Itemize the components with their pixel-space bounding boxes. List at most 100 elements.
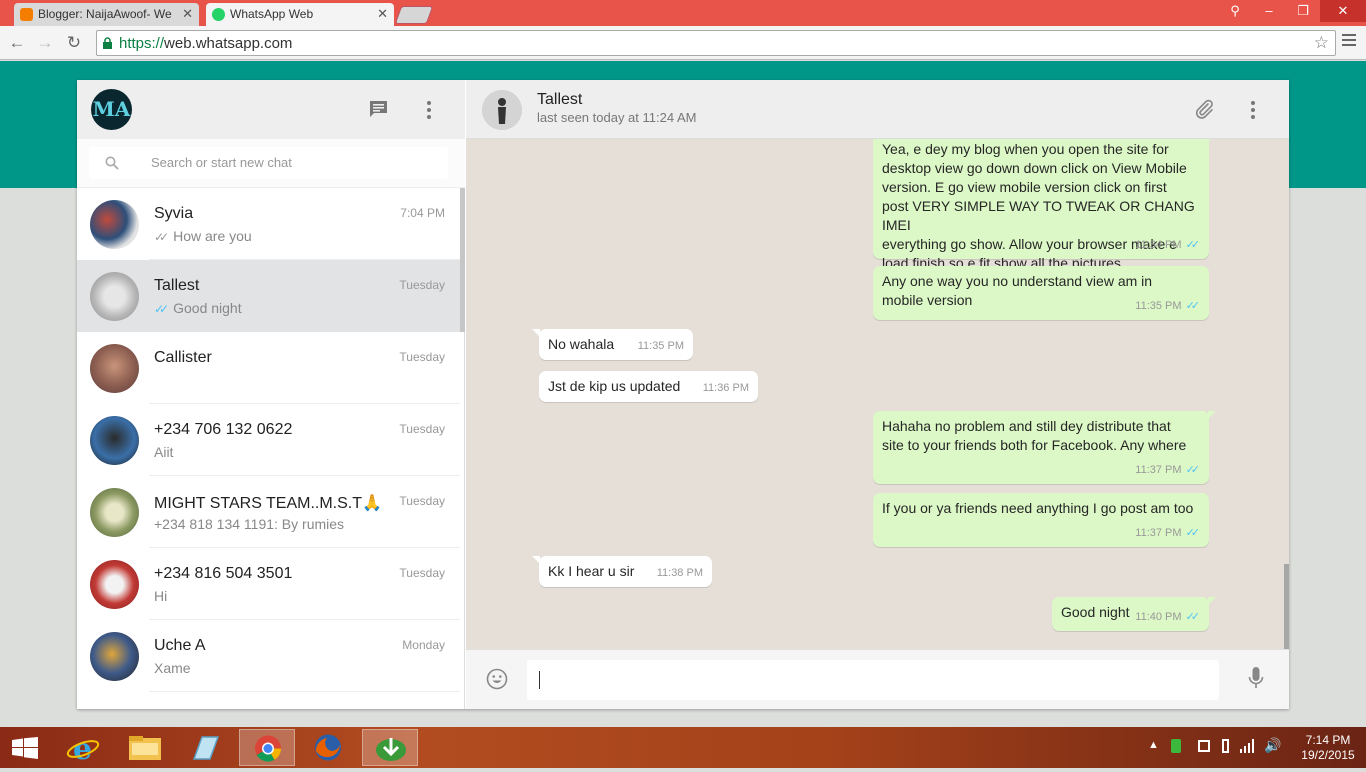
message-outgoing[interactable]: If you or ya friends need anything I go … (873, 493, 1209, 547)
message-outgoing[interactable]: Yea, e dey my blog when you open the sit… (873, 139, 1216, 271)
blogger-favicon-icon (20, 8, 33, 21)
chat-name: +234 816 504 3501 (154, 565, 293, 582)
search-area: Search or start new chat (77, 139, 465, 188)
internet-explorer-icon[interactable]: e (56, 729, 112, 767)
avatar (90, 488, 139, 537)
tab-close-icon[interactable]: ✕ (182, 6, 193, 22)
message-scrollbar[interactable] (1284, 564, 1289, 649)
profile-icon[interactable]: ⚲ (1218, 0, 1252, 22)
avatar (90, 272, 139, 321)
new-tab-button[interactable] (394, 6, 434, 24)
notepad-icon[interactable] (178, 729, 234, 766)
firefox-icon[interactable] (300, 729, 356, 766)
text-cursor (539, 671, 540, 689)
chat-time: Monday (402, 638, 445, 652)
chat-item-contact[interactable]: +234 706 132 0622 Tuesday Aiit (77, 404, 460, 476)
tab-blogger[interactable]: Blogger: NaijaAwoof- We ✕ (14, 3, 199, 26)
notification-icon[interactable] (1198, 740, 1210, 752)
taskbar-clock[interactable]: 7:14 PM 19/2/2015 (1296, 733, 1360, 763)
avatar (90, 560, 139, 609)
search-icon (105, 156, 119, 170)
double-check-icon: ✓✓ (1185, 300, 1201, 312)
forward-button[interactable]: → (34, 32, 56, 54)
message-incoming[interactable]: Kk I hear u sir 11:38 PM (532, 556, 712, 587)
tray-overflow-icon[interactable]: ▲ (1148, 739, 1159, 751)
window-close-button[interactable]: ✕ (1320, 0, 1366, 22)
window-controls: ⚲ – ❐ ✕ (1218, 0, 1366, 22)
chat-last-message: Xame (154, 660, 191, 676)
chat-item-group[interactable]: MIGHT STARS TEAM..M.S.T🙏 Tuesday +234 81… (77, 476, 460, 548)
whatsapp-app: MA Search or start new chat Syvia 7:04 P… (77, 80, 1289, 709)
contact-photo-icon (482, 90, 522, 130)
reload-button[interactable]: ↻ (63, 32, 85, 54)
maximize-button[interactable]: ❐ (1286, 0, 1320, 22)
message-incoming[interactable]: No wahala 11:35 PM (532, 329, 693, 360)
message-input[interactable] (527, 660, 1219, 700)
avatar (90, 344, 139, 393)
chat-last-message: +234 818 134 1191: By rumies (154, 516, 345, 532)
tab-label: WhatsApp Web (230, 7, 314, 21)
double-check-icon: ✓✓ (154, 230, 169, 244)
double-check-icon: ✓✓ (1185, 464, 1201, 476)
chat-last-message: Hi (154, 588, 168, 604)
double-check-icon: ✓✓ (154, 302, 169, 316)
message-panel: Yea, e dey my blog when you open the sit… (466, 139, 1289, 649)
double-check-icon: ✓✓ (1185, 527, 1201, 539)
chrome-menu-icon[interactable] (1342, 34, 1356, 49)
chat-item-syvia[interactable]: Syvia 7:04 PM ✓✓ How are you (77, 188, 460, 260)
minimize-button[interactable]: – (1252, 0, 1286, 22)
message-time: 11:35 PM (637, 340, 684, 352)
message-outgoing[interactable]: Good night 11:40 PM ✓✓ (1052, 597, 1216, 631)
message-outgoing[interactable]: Hahaha no problem and still dey distribu… (873, 411, 1216, 484)
chat-item-callister[interactable]: Callister Tuesday (77, 332, 460, 404)
tab-whatsapp[interactable]: WhatsApp Web ✕ (206, 3, 394, 26)
contact-last-seen: last seen today at 11:24 AM (537, 110, 697, 125)
message-incoming[interactable]: Jst de kip us updated 11:36 PM (539, 371, 758, 402)
contact-name: Tallest (537, 91, 583, 108)
message-meta: 11:37 PM ✓✓ (1135, 464, 1201, 476)
chat-last-message: ✓✓ How are you (154, 228, 252, 244)
bookmark-star-icon[interactable]: ☆ (1314, 33, 1329, 53)
chrome-taskbar-icon[interactable] (239, 729, 295, 766)
file-explorer-icon[interactable] (117, 729, 173, 766)
download-manager-icon[interactable] (362, 729, 418, 766)
windows-taskbar: e ▲ 🔊 7:14 PM 19/2/2015 (0, 727, 1366, 768)
security-shield-icon[interactable] (1171, 739, 1181, 753)
chat-time: Tuesday (399, 566, 445, 580)
chat-list: Syvia 7:04 PM ✓✓ How are you Tallest Tues… (77, 188, 460, 709)
emoji-icon[interactable] (486, 668, 508, 690)
message-text: If you or ya friends need anything I go … (882, 500, 1194, 516)
url-text: https://web.whatsapp.com (119, 35, 293, 52)
search-input[interactable]: Search or start new chat (89, 147, 448, 179)
chat-last-message: Aiit (154, 444, 174, 460)
chat-item-contact[interactable]: +234 816 504 3501 Tuesday Hi (77, 548, 460, 620)
signal-strength-icon[interactable] (1240, 739, 1256, 753)
my-avatar[interactable]: MA (91, 89, 132, 130)
message-outgoing[interactable]: Any one way you no understand view am in… (873, 266, 1209, 320)
address-bar[interactable]: https://web.whatsapp.com ☆ (96, 30, 1336, 56)
new-chat-icon[interactable] (369, 100, 388, 117)
tab-close-icon[interactable]: ✕ (377, 6, 388, 22)
message-meta: 11:34 PM ✓✓ (1135, 239, 1200, 251)
contact-avatar[interactable] (482, 90, 522, 130)
battery-icon[interactable] (1222, 739, 1229, 753)
conversation-header[interactable]: Tallest last seen today at 11:24 AM (466, 80, 1289, 139)
chat-name: Tallest (154, 277, 200, 294)
conversation-menu-icon[interactable] (1251, 101, 1255, 122)
avatar (90, 200, 139, 249)
chat-name: Callister (154, 349, 212, 366)
chat-item-uche[interactable]: Uche A Monday Xame (77, 620, 460, 692)
avatar (90, 416, 139, 465)
back-button[interactable]: ← (6, 32, 28, 54)
sidebar-menu-icon[interactable] (427, 101, 431, 122)
chat-item-tallest[interactable]: Tallest Tuesday ✓✓ Good night (77, 260, 460, 332)
attach-icon[interactable] (1193, 98, 1215, 120)
volume-icon[interactable]: 🔊 (1264, 737, 1281, 754)
chat-time: 7:04 PM (400, 206, 445, 220)
message-time: 11:38 PM (656, 567, 703, 579)
svg-text:e: e (73, 732, 92, 766)
message-composer (466, 649, 1289, 709)
windows-start-icon[interactable] (12, 737, 38, 759)
microphone-icon[interactable] (1248, 666, 1264, 692)
chat-list-scrollbar[interactable] (460, 188, 465, 332)
